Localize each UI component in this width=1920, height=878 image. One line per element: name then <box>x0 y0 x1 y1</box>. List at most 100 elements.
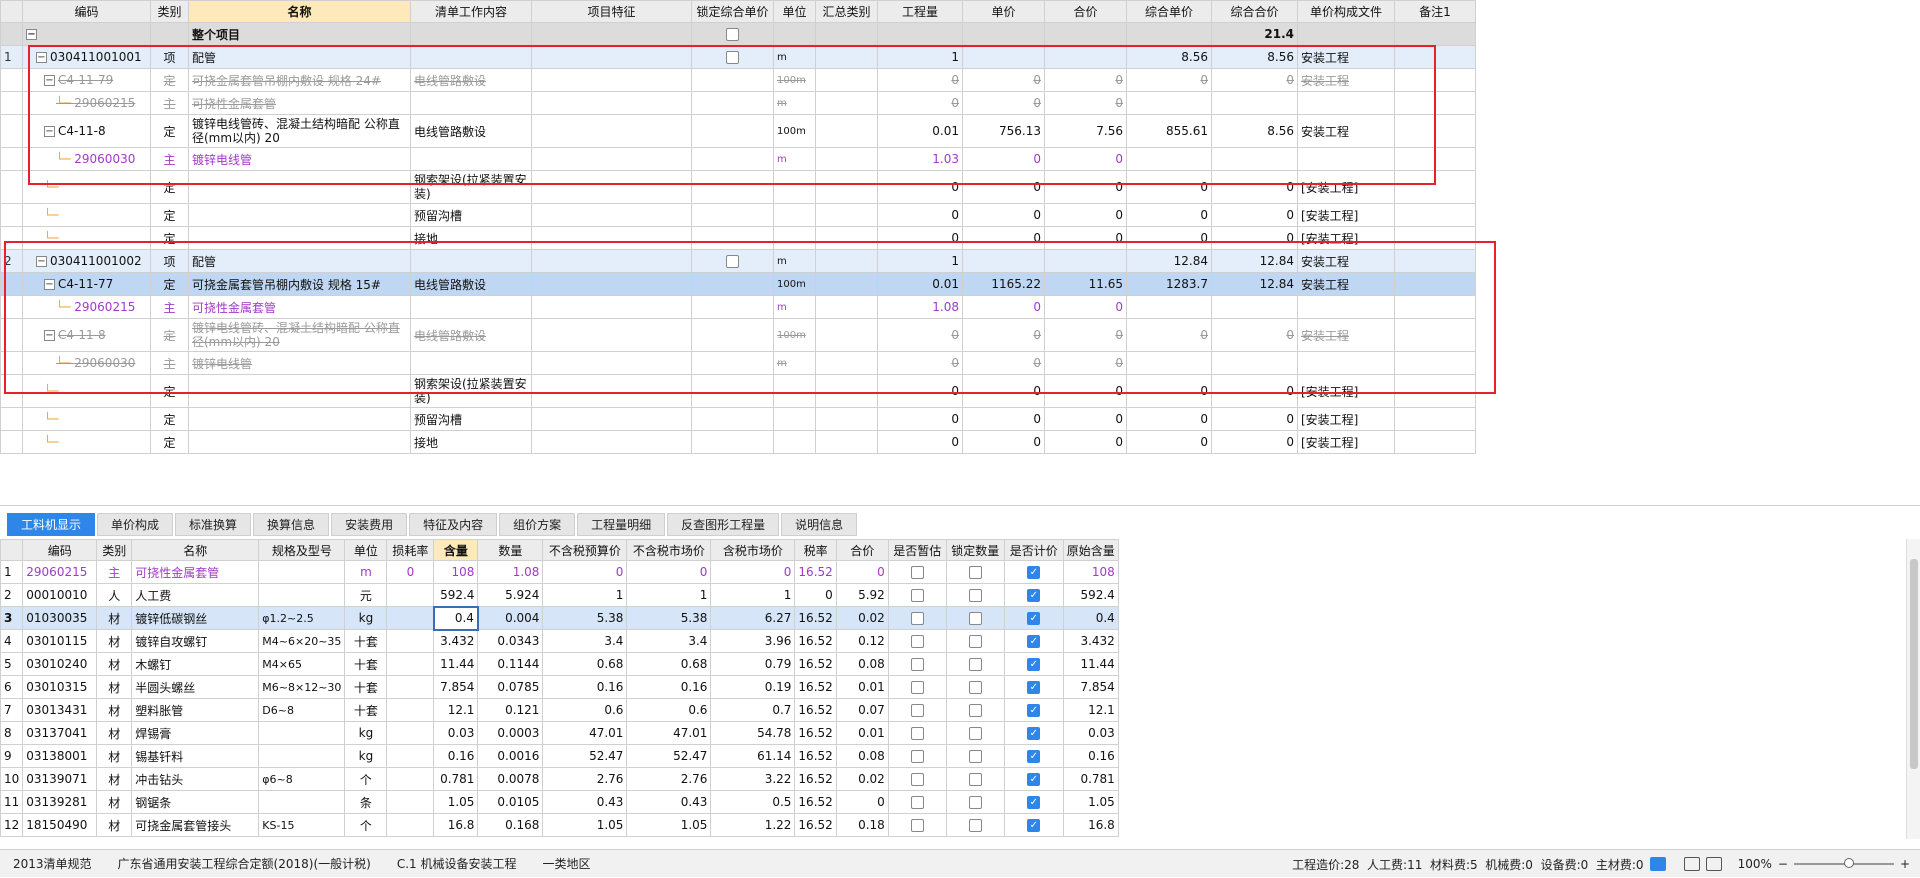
tax-cell[interactable]: 16.52 <box>794 629 837 653</box>
code-cell[interactable]: 29060215 <box>22 560 98 584</box>
content-cell[interactable]: 3.432 <box>433 629 479 653</box>
collapse-icon[interactable]: − <box>44 126 55 137</box>
price-file-cell[interactable]: 安装工程 <box>1297 272 1395 296</box>
tree-row[interactable]: └─ 29060215 主可挠性金属套管 m 0 0 0 <box>0 91 1476 115</box>
total-cell[interactable]: 0 <box>1044 351 1127 375</box>
ctotal-cell[interactable]: 0 <box>1211 226 1298 250</box>
col-header[interactable]: 类别 <box>150 0 189 23</box>
remark-cell[interactable] <box>1394 249 1476 273</box>
cprice-cell[interactable]: 0 <box>1126 374 1212 408</box>
price-cell[interactable]: 1165.22 <box>962 272 1045 296</box>
name-cell[interactable]: 冲击钻头 <box>131 767 260 791</box>
lock-price-cell[interactable] <box>691 147 774 171</box>
amount-cell[interactable]: 1.08 <box>477 560 544 584</box>
p1-cell[interactable]: 47.01 <box>542 721 628 745</box>
name-cell[interactable] <box>188 226 411 250</box>
collapse-icon[interactable]: − <box>44 330 55 341</box>
price-file-cell[interactable]: [安装工程] <box>1297 407 1395 431</box>
lock-price-cell[interactable] <box>691 272 774 296</box>
loss-rate-cell[interactable] <box>386 721 435 745</box>
amount-cell[interactable]: 0.0078 <box>477 767 544 791</box>
p2-cell[interactable]: 0.16 <box>626 675 712 699</box>
lock-price-cell[interactable] <box>691 45 774 69</box>
col-header[interactable]: 单价构成文件 <box>1297 0 1395 23</box>
tax-cell[interactable]: 16.52 <box>794 652 837 676</box>
name-cell[interactable]: 可挠性金属套管 <box>188 295 411 319</box>
col-header[interactable]: 编码 <box>22 0 151 23</box>
name-cell[interactable]: 可挠金属套管吊棚内敷设 规格 24# <box>188 68 411 92</box>
price-file-cell[interactable] <box>1297 147 1395 171</box>
ctotal-cell[interactable]: 0 <box>1211 318 1298 352</box>
price-file-cell[interactable]: 安装工程 <box>1297 45 1395 69</box>
remark-cell[interactable] <box>1394 351 1476 375</box>
amount-cell[interactable]: 0.121 <box>477 698 544 722</box>
tax-cell[interactable]: 16.52 <box>794 744 837 768</box>
col-header[interactable]: 锁定数量 <box>945 539 1005 561</box>
est-checkbox[interactable] <box>910 773 924 786</box>
calc-cell[interactable]: ✓ <box>1003 606 1064 630</box>
code-cell[interactable]: 03138001 <box>22 744 98 768</box>
lock-cell[interactable] <box>945 629 1005 653</box>
p1-cell[interactable]: 1 <box>542 583 628 607</box>
code-cell[interactable]: └─ <box>22 203 151 227</box>
tree-row[interactable]: └─ 29060030 主镀锌电线管 m 1.03 0 0 <box>0 147 1476 171</box>
code-cell[interactable]: └─ <box>22 170 151 204</box>
tree-row[interactable]: − 整个项目 21.4 <box>0 22 1476 46</box>
summary-type-cell[interactable] <box>815 374 878 408</box>
amount-cell[interactable]: 0.0785 <box>477 675 544 699</box>
code-cell[interactable]: └─ <box>22 430 151 454</box>
name-cell[interactable]: 锡基钎料 <box>131 744 260 768</box>
feature-cell[interactable] <box>531 68 692 92</box>
code-cell[interactable]: − C4-11-8 <box>22 114 151 148</box>
zoom-in-icon[interactable]: + <box>1900 857 1910 871</box>
code-cell[interactable]: └─ 29060215 <box>22 91 151 115</box>
lock-price-cell[interactable] <box>691 374 774 408</box>
amount-cell[interactable]: 5.924 <box>477 583 544 607</box>
orig-content-cell[interactable]: 12.1 <box>1062 698 1119 722</box>
work-content-cell[interactable] <box>410 295 532 319</box>
col-header[interactable]: 原始含量 <box>1062 539 1119 561</box>
qty-cell[interactable]: 0 <box>877 203 963 227</box>
p2-cell[interactable]: 2.76 <box>626 767 712 791</box>
tab-8[interactable]: 反查图形工程量 <box>667 513 780 536</box>
material-row[interactable]: 4 03010115 材镀锌自攻螺钉 M4~6×20~35 十套 3.432 0.0343 3… <box>0 629 1119 653</box>
est-checkbox[interactable] <box>910 727 924 740</box>
price-cell[interactable] <box>962 45 1045 69</box>
name-cell[interactable]: 镀锌电线管 <box>188 147 411 171</box>
lock-price-cell[interactable] <box>691 430 774 454</box>
calc-checkbox[interactable]: ✓ <box>1027 819 1041 832</box>
work-content-cell[interactable]: 电线管路敷设 <box>410 318 532 352</box>
price-file-cell[interactable]: [安装工程] <box>1297 430 1395 454</box>
est-checkbox[interactable] <box>910 635 924 648</box>
col-header[interactable]: 编码 <box>22 539 98 561</box>
spec-cell[interactable] <box>258 560 346 584</box>
remark-cell[interactable] <box>1394 318 1476 352</box>
type-cell[interactable]: 材 <box>96 698 133 722</box>
calc-cell[interactable]: ✓ <box>1003 790 1064 814</box>
est-checkbox[interactable] <box>910 589 924 602</box>
feature-cell[interactable] <box>531 114 692 148</box>
summary-type-cell[interactable] <box>815 68 878 92</box>
remark-cell[interactable] <box>1394 68 1476 92</box>
cprice-cell[interactable]: 0 <box>1126 318 1212 352</box>
name-cell[interactable]: 配管 <box>188 45 411 69</box>
work-content-cell[interactable] <box>410 45 532 69</box>
est-checkbox[interactable] <box>910 566 924 579</box>
tree-row[interactable]: 1−030411001001 项配管 m 1 8.56 8.56 安装工程 <box>0 45 1476 69</box>
feature-cell[interactable] <box>531 91 692 115</box>
remark-cell[interactable] <box>1394 272 1476 296</box>
lock-checkbox[interactable] <box>968 750 982 763</box>
remark-cell[interactable] <box>1394 114 1476 148</box>
name-cell[interactable]: 木螺钉 <box>131 652 260 676</box>
remark-cell[interactable] <box>1394 91 1476 115</box>
summary-type-cell[interactable] <box>815 203 878 227</box>
work-content-cell[interactable]: 钢索架设(拉紧装置安装) <box>410 374 532 408</box>
tab-7[interactable]: 工程量明细 <box>577 513 666 536</box>
feature-cell[interactable] <box>531 45 692 69</box>
total-cell[interactable]: 0.08 <box>835 744 889 768</box>
col-header[interactable]: 单位 <box>773 0 816 23</box>
type-cell[interactable]: 主 <box>96 560 133 584</box>
price-cell[interactable]: 0 <box>962 407 1045 431</box>
calc-checkbox[interactable]: ✓ <box>1027 681 1041 694</box>
loss-rate-cell[interactable]: 0 <box>386 560 435 584</box>
